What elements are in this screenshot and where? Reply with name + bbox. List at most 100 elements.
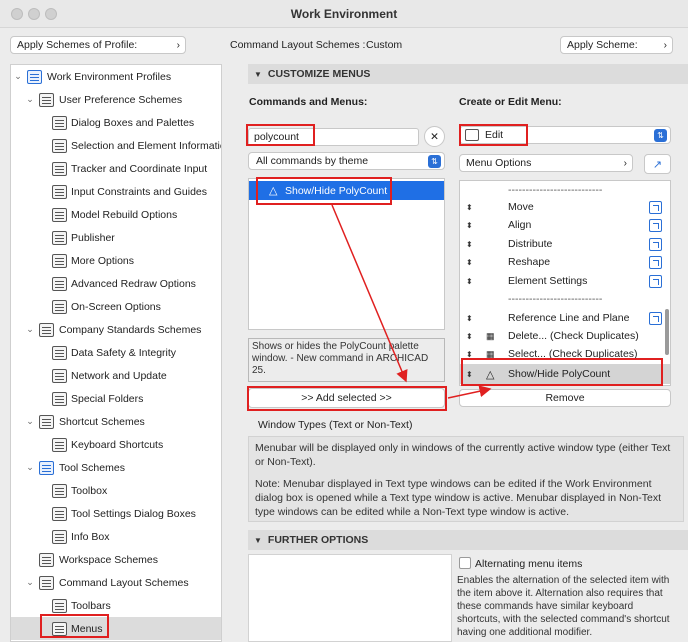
triangle-down-icon: ▼	[254, 69, 262, 79]
remove-button[interactable]: Remove	[459, 389, 671, 407]
tree-item-company-standards[interactable]: ⌄ Company Standards Schemes	[11, 318, 221, 341]
tree-item-user-preference-schemes[interactable]: ⌄ User Preference Schemes	[11, 88, 221, 111]
tree-item-data-safety[interactable]: Data Safety & Integrity	[11, 341, 221, 364]
tree-item-on-screen-options[interactable]: On-Screen Options	[11, 295, 221, 318]
tree-item-label: Shortcut Schemes	[59, 415, 145, 428]
further-options-header[interactable]: ▼ FURTHER OPTIONS	[248, 530, 688, 550]
tree-item-label: Advanced Redraw Options	[71, 277, 196, 290]
chevron-down-icon[interactable]: ⌄	[25, 416, 35, 427]
chevron-down-icon[interactable]: ⌄	[25, 94, 35, 105]
menu-item-element-settings[interactable]: ⬍ Element Settings	[460, 272, 670, 290]
remove-label: Remove	[545, 392, 585, 404]
menu-options-label: Menu Options	[466, 157, 532, 169]
menu-item-reshape[interactable]: ⬍ Reshape	[460, 253, 670, 271]
tree-item-shortcut-schemes[interactable]: ⌄ Shortcut Schemes	[11, 410, 221, 433]
tree-item-tool-settings[interactable]: Tool Settings Dialog Boxes	[11, 502, 221, 525]
tree-item-publisher[interactable]: Publisher	[11, 226, 221, 249]
command-description: Shows or hides the PolyCount palette win…	[248, 338, 445, 382]
list-item-label: Reference Line and Plane	[508, 312, 630, 324]
triangle-down-icon: ▼	[254, 535, 262, 545]
tree-item-label: Publisher	[71, 231, 115, 244]
scheme-folder-icon	[39, 575, 54, 590]
tree-item-work-environment-profiles[interactable]: ⌄ Work Environment Profiles	[11, 65, 221, 88]
export-menu-button[interactable]: ↗	[644, 154, 671, 174]
window-types-para-1: Menubar will be displayed only in window…	[255, 442, 671, 468]
menu-item-delete-duplicates[interactable]: ⬍ ▦ Delete... (Check Duplicates)	[460, 327, 670, 345]
menu-item-distribute[interactable]: ⬍ Distribute	[460, 235, 670, 253]
list-item-label: Distribute	[508, 238, 553, 250]
tree-item-label: Tool Settings Dialog Boxes	[71, 507, 196, 520]
tree-item-toolbars[interactable]: Toolbars	[11, 594, 221, 617]
further-options-list[interactable]	[248, 554, 452, 642]
tree-item-dialog-boxes[interactable]: Dialog Boxes and Palettes	[11, 111, 221, 134]
tree-item-workspace-schemes[interactable]: Workspace Schemes	[11, 548, 221, 571]
tree-item-label: Tracker and Coordinate Input	[71, 162, 208, 175]
polycount-icon: △	[269, 185, 278, 197]
menu-icon	[465, 129, 479, 141]
menu-item-select-duplicates[interactable]: ⬍ ▦ Select... (Check Duplicates)	[460, 345, 670, 363]
tree-item-label: Special Folders	[71, 392, 144, 405]
tree-item-more-options[interactable]: More Options	[11, 249, 221, 272]
polycount-icon: △	[486, 368, 495, 381]
menu-item-reference-line[interactable]: ⬍ Reference Line and Plane	[460, 309, 670, 327]
apply-profile-button[interactable]: Apply Schemes of Profile: ›	[10, 36, 186, 54]
menu-items-list[interactable]: --------------------------- ⬍ Move ⬍ Ali…	[459, 180, 671, 386]
list-item-label: ---------------------------	[508, 293, 603, 305]
chevron-down-icon[interactable]: ⌄	[25, 577, 35, 588]
tree-item-toolbox[interactable]: Toolbox	[11, 479, 221, 502]
tree-item-keyboard-shortcuts[interactable]: Keyboard Shortcuts	[11, 433, 221, 456]
list-item-show-hide-polycount[interactable]: △ Show/Hide PolyCount	[249, 181, 444, 200]
tree-item-advanced-redraw[interactable]: Advanced Redraw Options	[11, 272, 221, 295]
tree-item-tracker[interactable]: Tracker and Coordinate Input	[11, 157, 221, 180]
apply-profile-label: Apply Schemes of Profile:	[17, 39, 138, 51]
tree-item-tool-schemes[interactable]: ⌄ Tool Schemes	[11, 456, 221, 479]
commands-list[interactable]: △ Show/Hide PolyCount	[248, 178, 445, 330]
chevron-down-icon[interactable]: ⌄	[25, 324, 35, 335]
alternating-items-description: Enables the alternation of the selected …	[457, 575, 670, 638]
chevron-down-icon[interactable]: ⌄	[13, 71, 23, 82]
dialog-boxes-icon	[52, 115, 67, 130]
menu-item-align[interactable]: ⬍ Align	[460, 216, 670, 234]
section-title: FURTHER OPTIONS	[267, 534, 369, 546]
top-toolbar: Apply Schemes of Profile: › Command Layo…	[0, 28, 688, 62]
tree-item-network-update[interactable]: Network and Update	[11, 364, 221, 387]
menus-icon	[52, 621, 67, 636]
tree-item-label: Keyboard Shortcuts	[71, 438, 164, 451]
customize-menus-header[interactable]: ▼ CUSTOMIZE MENUS	[248, 64, 688, 84]
tree-item-model-rebuild[interactable]: Model Rebuild Options	[11, 203, 221, 226]
tree-item-label: Data Safety & Integrity	[71, 346, 177, 359]
redraw-icon	[52, 276, 67, 291]
tree-item-label: More Options	[71, 254, 135, 267]
apply-scheme-button[interactable]: Apply Scheme: ›	[560, 36, 673, 54]
tree-item-command-layout-schemes[interactable]: ⌄ Command Layout Schemes	[11, 571, 221, 594]
reorder-icon: ⬍	[466, 349, 473, 359]
tree-item-input-constraints[interactable]: Input Constraints and Guides	[11, 180, 221, 203]
menu-item-show-hide-polycount[interactable]: ⬍ △ Show/Hide PolyCount	[460, 364, 670, 384]
add-selected-button[interactable]: >> Add selected >>	[248, 388, 445, 408]
tree-item-selection-info[interactable]: Selection and Element Informatic	[11, 134, 221, 157]
menu-separator[interactable]: ---------------------------	[460, 181, 670, 199]
tree-item-menus[interactable]: Menus	[11, 617, 221, 640]
workspace-icon	[39, 552, 54, 567]
tree-item-label: Network and Update	[71, 369, 167, 382]
menu-separator[interactable]: ---------------------------	[460, 290, 670, 308]
commands-menus-label: Commands and Menus:	[249, 96, 368, 108]
tree-item-special-folders[interactable]: Special Folders	[11, 387, 221, 410]
window-types-info: Menubar will be displayed only in window…	[248, 436, 684, 522]
reorder-icon: ⬍	[466, 202, 473, 212]
clear-search-button[interactable]: ✕	[424, 126, 445, 147]
shortcut-icon	[649, 237, 662, 251]
list-item-label: Element Settings	[508, 275, 588, 287]
menu-item-move[interactable]: ⬍ Move	[460, 198, 670, 216]
alternating-items-checkbox[interactable]	[459, 557, 471, 569]
scrollbar-thumb[interactable]	[665, 309, 669, 355]
chevron-right-icon: ›	[663, 39, 667, 51]
command-search-input[interactable]: polycount	[248, 128, 419, 146]
command-filter-select[interactable]: All commands by theme ⇅	[248, 152, 445, 170]
chevron-down-icon[interactable]: ⌄	[25, 462, 35, 473]
tree-item-info-box[interactable]: Info Box	[11, 525, 221, 548]
command-layout-label: Command Layout Schemes :	[230, 39, 366, 51]
list-item-label: Delete... (Check Duplicates)	[508, 330, 639, 342]
menu-select[interactable]: Edit ⇅	[459, 126, 671, 144]
menu-options-button[interactable]: Menu Options ›	[459, 154, 633, 172]
